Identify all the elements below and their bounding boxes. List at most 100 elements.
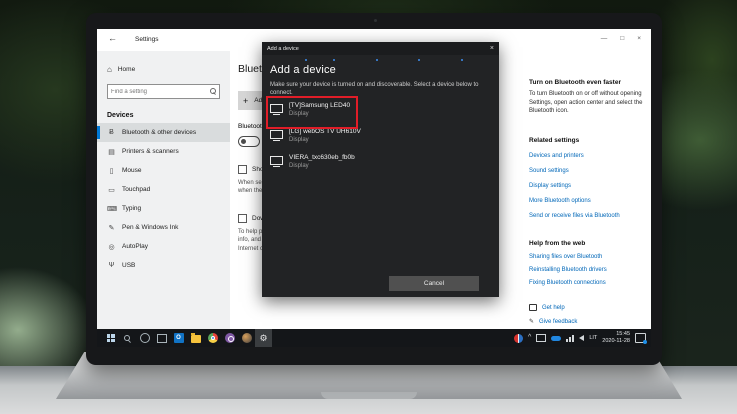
chrome-button[interactable]	[204, 329, 221, 347]
related-settings-title: Related settings	[529, 137, 643, 144]
close-button[interactable]: ×	[637, 35, 641, 42]
device-list: [TV]Samsung LED40 Display [LG] webOS TV …	[262, 99, 499, 177]
task-view-button[interactable]	[153, 329, 170, 347]
dialog-titlebar: Add a device ×	[262, 42, 499, 55]
clock-time: 15:45	[602, 331, 630, 338]
sidebar-item-autoplay[interactable]: ◎ AutoPlay	[97, 237, 230, 256]
photo-scene: ← Settings — □ × ⌂ Home	[0, 0, 737, 414]
volume-icon[interactable]	[579, 335, 584, 341]
antivirus-tray-icon[interactable]	[514, 334, 523, 343]
taskbar-search-button[interactable]	[119, 329, 136, 347]
device-item-viera[interactable]: VIERA_txc630eb_fb0b Display	[262, 151, 499, 174]
onedrive-icon[interactable]	[551, 336, 561, 341]
dialog-close-icon[interactable]: ×	[490, 45, 494, 52]
link-sound-settings[interactable]: Sound settings	[529, 168, 643, 174]
system-tray: ^ LIT 15:45 2020-11-28	[514, 329, 646, 347]
display-tray-icon[interactable]	[536, 334, 546, 342]
link-reinstalling-drivers[interactable]: Reinstalling Bluetooth drivers	[529, 267, 643, 273]
cortana-button[interactable]	[136, 329, 153, 347]
sidebar-item-label: AutoPlay	[122, 243, 148, 250]
network-icon[interactable]	[566, 335, 574, 342]
bluetooth-icon: Ƀ	[107, 129, 116, 136]
sidebar-item-usb[interactable]: Ψ USB	[97, 256, 230, 275]
back-arrow-icon[interactable]: ←	[108, 33, 117, 43]
windows-desktop: ← Settings — □ × ⌂ Home	[97, 29, 651, 347]
sidebar-item-typing[interactable]: ⌨ Typing	[97, 199, 230, 218]
sidebar-item-pen[interactable]: ✎ Pen & Windows Ink	[97, 218, 230, 237]
show-hidden-icons[interactable]: ^	[528, 334, 531, 341]
minimize-button[interactable]: —	[601, 35, 608, 42]
give-feedback-link[interactable]: ✎ Give feedback	[529, 318, 643, 325]
device-type: Display	[289, 111, 350, 117]
link-devices-and-printers[interactable]: Devices and printers	[529, 153, 643, 159]
pen-icon: ✎	[107, 224, 116, 232]
tip-title: Turn on Bluetooth even faster	[529, 79, 643, 86]
device-name: [TV]Samsung LED40	[289, 102, 350, 109]
sidebar-item-label: Bluetooth & other devices	[122, 129, 196, 136]
sidebar-item-bluetooth[interactable]: Ƀ Bluetooth & other devices	[97, 123, 230, 142]
settings-search	[107, 84, 220, 99]
home-label: Home	[118, 66, 135, 73]
laptop-screen: ← Settings — □ × ⌂ Home	[86, 13, 662, 365]
settings-sidebar: ⌂ Home Devices Ƀ Bluetooth & other devic…	[97, 51, 230, 329]
home-icon: ⌂	[107, 65, 112, 74]
sidebar-item-label: Touchpad	[122, 186, 150, 193]
device-type: Display	[289, 163, 355, 169]
chrome-icon	[208, 333, 218, 343]
keyboard-icon: ⌨	[107, 205, 116, 213]
sidebar-section-devices: Devices	[107, 112, 220, 119]
cortana-icon	[140, 333, 150, 343]
link-fixing-connections[interactable]: Fixing Bluetooth connections	[529, 280, 643, 286]
sidebar-item-touchpad[interactable]: ▭ Touchpad	[97, 180, 230, 199]
sidebar-item-home[interactable]: ⌂ Home	[97, 61, 230, 78]
settings-aside: Turn on Bluetooth even faster To turn Bl…	[529, 51, 651, 329]
usb-icon: Ψ	[107, 262, 116, 269]
device-item-samsung[interactable]: [TV]Samsung LED40 Display	[262, 99, 499, 122]
progress-dots	[262, 59, 499, 61]
app-button[interactable]	[238, 329, 255, 347]
plus-icon: +	[243, 96, 248, 106]
taskbar-clock[interactable]: 15:45 2020-11-28	[602, 331, 630, 345]
help-from-web-title: Help from the web	[529, 240, 643, 247]
link-sharing-files[interactable]: Sharing files over Bluetooth	[529, 254, 643, 260]
sidebar-item-label: Typing	[122, 205, 141, 212]
maximize-button[interactable]: □	[620, 35, 624, 42]
action-center-icon[interactable]	[635, 333, 646, 343]
swift-pair-checkbox[interactable]	[238, 165, 247, 174]
link-more-bluetooth-options[interactable]: More Bluetooth options	[529, 198, 643, 204]
device-type: Display	[289, 137, 361, 143]
webcam-dot	[374, 19, 377, 22]
metered-checkbox[interactable]	[238, 214, 247, 223]
outlook-icon: O	[174, 333, 184, 343]
touchpad-icon: ▭	[107, 186, 116, 194]
taskbar: O ⚙ ^ LIT 15:45 20	[97, 329, 651, 347]
windows-logo-icon	[107, 334, 115, 342]
clock-date: 2020-11-28	[602, 338, 630, 345]
get-help-link[interactable]: Get help	[529, 304, 643, 311]
dialog-description: Make sure your device is turned on and d…	[270, 81, 485, 98]
start-button[interactable]	[102, 329, 119, 347]
cancel-button[interactable]: Cancel	[389, 276, 479, 291]
outlook-button[interactable]: O	[170, 329, 187, 347]
task-view-icon	[157, 334, 167, 343]
display-icon	[270, 130, 283, 139]
search-input[interactable]	[108, 89, 219, 95]
settings-taskbar-button[interactable]: ⚙	[255, 329, 272, 347]
language-indicator[interactable]: LIT	[589, 335, 597, 341]
feedback-icon: ✎	[529, 318, 534, 325]
sidebar-item-printers[interactable]: ▤ Printers & scanners	[97, 142, 230, 161]
dialog-heading: Add a device	[270, 64, 491, 76]
bluetooth-toggle[interactable]	[238, 136, 260, 147]
link-send-receive-files[interactable]: Send or receive files via Bluetooth	[529, 213, 643, 219]
display-icon	[270, 104, 283, 113]
printer-icon: ▤	[107, 148, 116, 156]
get-help-label: Get help	[542, 305, 565, 311]
dialog-title: Add a device	[267, 46, 299, 52]
search-icon	[210, 88, 216, 94]
link-display-settings[interactable]: Display settings	[529, 183, 643, 189]
device-item-lg[interactable]: [LG] webOS TV UH610V Display	[262, 125, 499, 148]
file-explorer-button[interactable]	[187, 329, 204, 347]
viber-button[interactable]	[221, 329, 238, 347]
window-title: Settings	[135, 36, 159, 43]
sidebar-item-mouse[interactable]: ▯ Mouse	[97, 161, 230, 180]
